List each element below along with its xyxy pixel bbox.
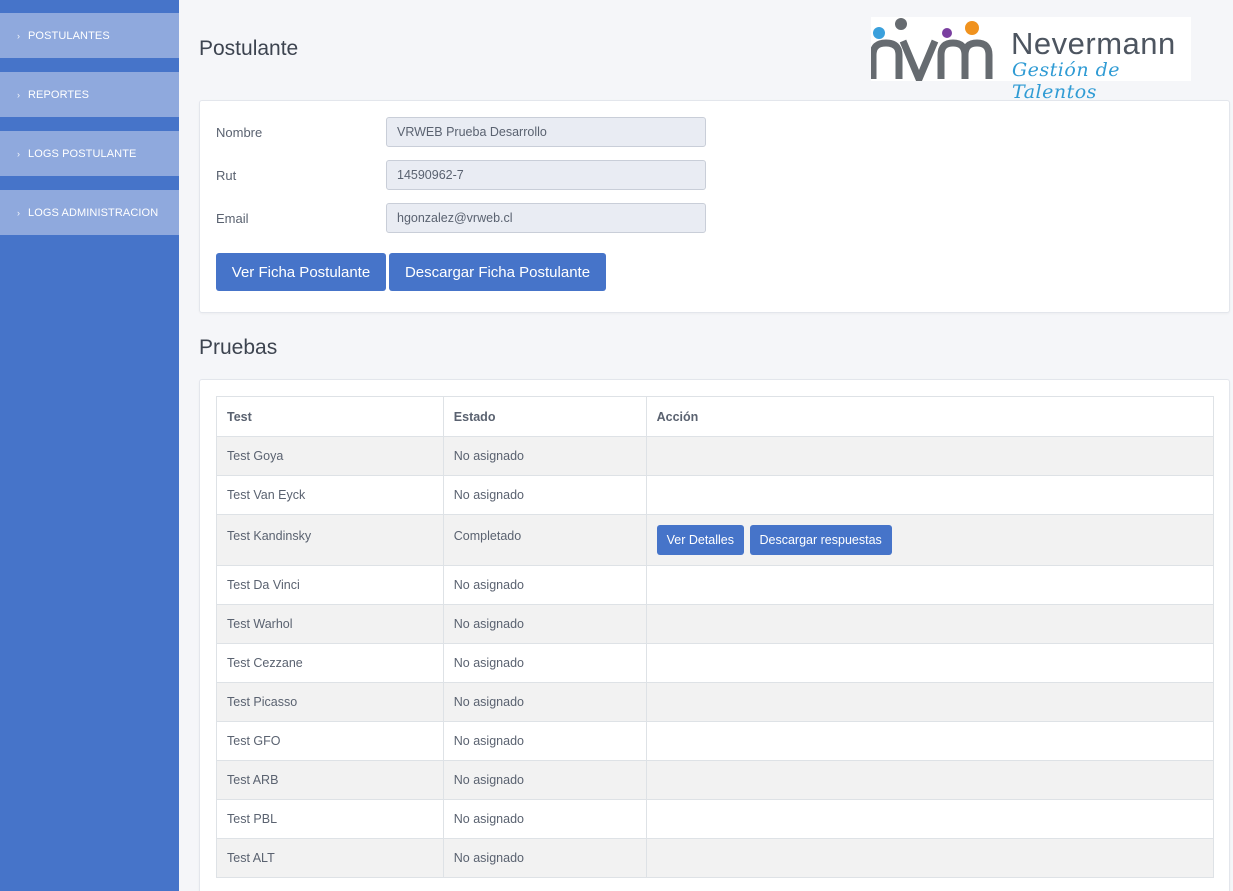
- chevron-right-icon: ›: [17, 207, 20, 218]
- table-row: Test Picasso No asignado: [216, 682, 1215, 722]
- test-name-cell: Test Cezzane: [216, 643, 444, 683]
- table-row: Test Cezzane No asignado: [216, 643, 1215, 683]
- nvm-logo-mark-icon: [871, 18, 993, 81]
- sidebar-item-logs-postulante[interactable]: › LOGS POSTULANTE: [0, 131, 179, 176]
- column-header-accion: Acción: [645, 396, 1215, 437]
- pruebas-card: Test Estado Acción Test Goya No asignado…: [199, 379, 1230, 891]
- sidebar-item-logs-administracion[interactable]: › LOGS ADMINISTRACION: [0, 190, 179, 235]
- nombre-field[interactable]: VRWEB Prueba Desarrollo: [386, 117, 706, 147]
- nevermann-logo: Nevermann Gestión de Talentos: [871, 17, 1191, 103]
- test-name-cell: Test Kandinsky: [216, 514, 444, 566]
- sidebar-item-reportes[interactable]: › REPORTES: [0, 72, 179, 117]
- pruebas-table: Test Estado Acción Test Goya No asignado…: [216, 396, 1215, 878]
- chevron-right-icon: ›: [17, 30, 20, 41]
- logo-brand-text: Nevermann: [1011, 26, 1176, 61]
- action-cell: [645, 721, 1215, 761]
- sidebar: › POSTULANTES › REPORTES › LOGS POSTULAN…: [0, 0, 179, 891]
- sidebar-item-label: LOGS POSTULANTE: [28, 147, 137, 160]
- descargar-ficha-postulante-button[interactable]: Descargar Ficha Postulante: [389, 253, 606, 291]
- pruebas-title: Pruebas: [199, 336, 278, 359]
- action-cell: [645, 682, 1215, 722]
- email-field[interactable]: hgonzalez@vrweb.cl: [386, 203, 706, 233]
- test-name-cell: Test PBL: [216, 799, 444, 839]
- action-cell: [645, 760, 1215, 800]
- ver-detalles-button[interactable]: Ver Detalles: [656, 525, 745, 555]
- status-cell: No asignado: [442, 604, 647, 644]
- test-name-cell: Test ARB: [216, 760, 444, 800]
- descargar-respuestas-button[interactable]: Descargar respuestas: [749, 525, 892, 555]
- action-cell: [645, 475, 1215, 515]
- table-row: Test GFO No asignado: [216, 721, 1215, 761]
- logo-tagline-text: Gestión de Talentos: [1012, 59, 1121, 103]
- postulante-card: Nombre VRWEB Prueba Desarrollo Rut 14590…: [199, 100, 1230, 313]
- status-cell: No asignado: [442, 436, 647, 476]
- table-row: Test Da Vinci No asignado: [216, 565, 1215, 605]
- test-name-cell: Test Van Eyck: [216, 475, 444, 515]
- test-name-cell: Test Warhol: [216, 604, 444, 644]
- test-name-cell: Test Picasso: [216, 682, 444, 722]
- table-row: Test Goya No asignado: [216, 436, 1215, 476]
- status-cell: No asignado: [442, 760, 647, 800]
- status-cell: No asignado: [442, 565, 647, 605]
- status-cell: No asignado: [442, 721, 647, 761]
- sidebar-item-label: LOGS ADMINISTRACION: [28, 206, 159, 219]
- rut-label: Rut: [216, 167, 237, 183]
- action-cell: [645, 565, 1215, 605]
- status-cell: No asignado: [442, 475, 647, 515]
- table-row: Test ARB No asignado: [216, 760, 1215, 800]
- test-name-cell: Test Goya: [216, 436, 444, 476]
- test-name-cell: Test GFO: [216, 721, 444, 761]
- action-cell: [645, 799, 1215, 839]
- nombre-row: Nombre VRWEB Prueba Desarrollo: [216, 117, 706, 147]
- main-content: Postulante Nevermann Gestión de Talentos…: [179, 0, 1233, 891]
- email-label: Email: [216, 210, 249, 226]
- status-cell: No asignado: [442, 682, 647, 722]
- action-cell: [645, 604, 1215, 644]
- sidebar-item-label: POSTULANTES: [28, 29, 110, 42]
- test-name-cell: Test ALT: [216, 838, 444, 878]
- table-row: Test ALT No asignado: [216, 838, 1215, 878]
- status-cell: Completado: [442, 514, 647, 566]
- rut-field[interactable]: 14590962-7: [386, 160, 706, 190]
- action-cell: [645, 436, 1215, 476]
- table-header-row: Test Estado Acción: [216, 396, 1215, 437]
- action-cell: Ver Detalles Descargar respuestas: [645, 514, 1215, 566]
- test-name-cell: Test Da Vinci: [216, 565, 444, 605]
- column-header-test: Test: [216, 396, 444, 437]
- action-cell: [645, 838, 1215, 878]
- chevron-right-icon: ›: [17, 148, 20, 159]
- sidebar-item-postulantes[interactable]: › POSTULANTES: [0, 13, 179, 58]
- status-cell: No asignado: [442, 838, 647, 878]
- page-title: Postulante: [199, 37, 299, 60]
- ver-ficha-postulante-button[interactable]: Ver Ficha Postulante: [216, 253, 386, 291]
- table-row: Test Van Eyck No asignado: [216, 475, 1215, 515]
- rut-row: Rut 14590962-7: [216, 160, 706, 190]
- sidebar-item-label: REPORTES: [28, 88, 90, 101]
- nombre-label: Nombre: [216, 124, 263, 140]
- action-cell: [645, 643, 1215, 683]
- table-row: Test Warhol No asignado: [216, 604, 1215, 644]
- chevron-right-icon: ›: [17, 89, 20, 100]
- status-cell: No asignado: [442, 799, 647, 839]
- column-header-estado: Estado: [442, 396, 647, 437]
- table-row: Test PBL No asignado: [216, 799, 1215, 839]
- email-row: Email hgonzalez@vrweb.cl: [216, 203, 706, 233]
- status-cell: No asignado: [442, 643, 647, 683]
- table-row: Test Kandinsky Completado Ver Detalles D…: [216, 514, 1215, 566]
